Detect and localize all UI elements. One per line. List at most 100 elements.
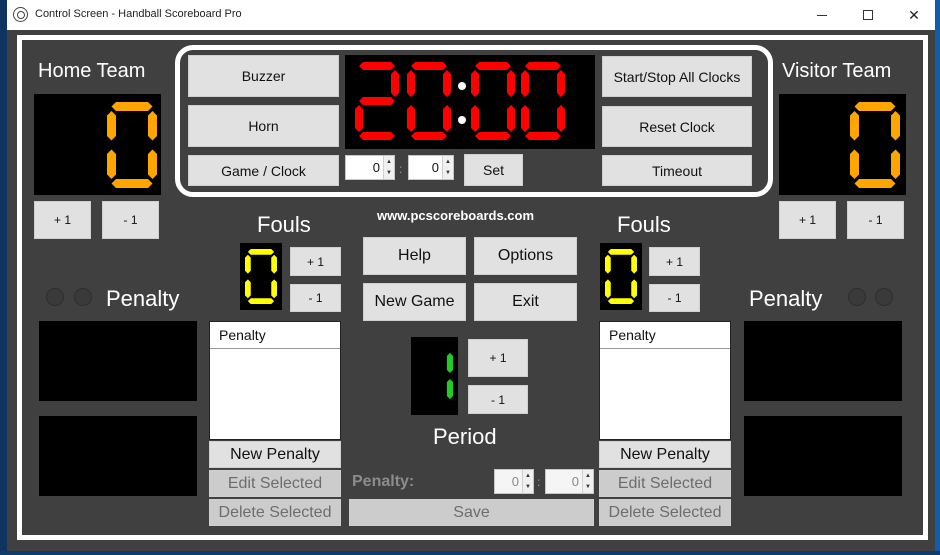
penalty-seconds-value[interactable]: 0: [572, 474, 582, 489]
visitor-score-plus-button[interactable]: + 1: [779, 201, 836, 239]
visitor-penalty-list-header[interactable]: Penalty: [600, 322, 730, 349]
period-minus-button[interactable]: - 1: [468, 385, 528, 414]
clock-minutes-value[interactable]: 0: [373, 160, 383, 175]
visitor-new-penalty-button[interactable]: New Penalty: [599, 441, 731, 468]
spin-up-icon[interactable]: ▲: [523, 470, 533, 482]
period-display: [411, 337, 458, 415]
visitor-fouls-minus-button[interactable]: - 1: [649, 284, 700, 312]
timeout-button[interactable]: Timeout: [602, 155, 752, 186]
reset-clock-button[interactable]: Reset Clock: [602, 106, 752, 147]
start-stop-all-clocks-button[interactable]: Start/Stop All Clocks: [602, 56, 752, 97]
period-digit: [446, 352, 453, 400]
home-score-digit: [107, 102, 157, 188]
visitor-team-label: Visitor Team: [782, 60, 892, 82]
segment-a: [475, 62, 511, 70]
new-game-button[interactable]: New Game: [363, 283, 466, 321]
spin-up-icon[interactable]: ▲: [384, 156, 394, 168]
visitor-penalty-list[interactable]: Penalty: [599, 321, 731, 440]
clock-seconds-value[interactable]: 0: [432, 160, 442, 175]
maximize-button[interactable]: [845, 0, 891, 30]
segment-c: [446, 379, 453, 400]
segment-d: [111, 179, 153, 188]
segment-d: [247, 298, 275, 305]
segment-d: [411, 132, 447, 140]
segment-b: [631, 254, 637, 274]
home-penalty-display-1: [39, 321, 197, 401]
horn-button[interactable]: Horn: [188, 105, 339, 147]
spin-up-icon[interactable]: ▲: [583, 470, 593, 482]
segment-b: [391, 70, 399, 97]
home-penalty-list[interactable]: Penalty: [209, 321, 341, 440]
segment-a: [359, 62, 395, 70]
clock-minutes-spinner[interactable]: 0 ▲ ▼: [345, 155, 395, 180]
set-clock-button[interactable]: Set: [464, 154, 523, 186]
segment-a: [247, 248, 275, 255]
spin-down-icon[interactable]: ▼: [443, 167, 453, 179]
segment-f: [471, 70, 479, 97]
penalty-minutes-spinner[interactable]: 0 ▲ ▼: [494, 469, 534, 494]
clock-colon-dot: [458, 116, 466, 124]
home-score-display: [34, 94, 161, 195]
segment-b: [271, 254, 277, 274]
close-button[interactable]: ✕: [891, 0, 937, 30]
exit-button[interactable]: Exit: [474, 283, 577, 321]
home-team-label: Home Team: [38, 60, 146, 82]
segment-a: [111, 102, 153, 111]
help-button[interactable]: Help: [363, 237, 466, 275]
visitor-fouls-plus-button[interactable]: + 1: [649, 247, 700, 276]
clock-separator: :: [399, 162, 403, 176]
game-clock-display: [345, 55, 595, 149]
spin-down-icon[interactable]: ▼: [523, 481, 533, 493]
segment-b: [443, 70, 451, 97]
segment-b: [891, 111, 900, 141]
home-score-minus-button[interactable]: - 1: [102, 201, 159, 239]
home-fouls-minus-button[interactable]: - 1: [290, 284, 341, 312]
visitor-penalty-indicator-1: [848, 288, 866, 306]
visitor-penalty-display-1: [744, 321, 902, 401]
home-penalty-list-header[interactable]: Penalty: [210, 322, 340, 349]
segment-f: [521, 70, 529, 97]
spin-down-icon[interactable]: ▼: [583, 481, 593, 493]
segment-a: [411, 62, 447, 70]
home-score-plus-button[interactable]: + 1: [34, 201, 91, 239]
segment-e: [355, 105, 363, 132]
options-button[interactable]: Options: [474, 237, 577, 275]
visitor-delete-selected-button[interactable]: Delete Selected: [599, 499, 731, 526]
save-penalty-button[interactable]: Save: [349, 499, 594, 526]
segment-b: [446, 352, 453, 373]
penalty-seconds-spinner[interactable]: 0 ▲ ▼: [545, 469, 594, 494]
segment-a: [525, 62, 561, 70]
segment-e: [521, 105, 529, 132]
period-plus-button[interactable]: + 1: [468, 339, 528, 377]
game-clock-button[interactable]: Game / Clock: [188, 155, 339, 186]
minimize-button[interactable]: [799, 0, 845, 30]
website-label: www.pcscoreboards.com: [377, 208, 535, 223]
home-fouls-display: [240, 243, 282, 310]
segment-a: [854, 102, 896, 111]
home-edit-selected-button[interactable]: Edit Selected: [209, 470, 341, 497]
home-penalty-display-2: [39, 416, 197, 496]
title-bar[interactable]: Control Screen - Handball Scoreboard Pro…: [7, 0, 935, 30]
visitor-fouls-label: Fouls: [617, 212, 671, 237]
visitor-score-minus-button[interactable]: - 1: [847, 201, 904, 239]
buzzer-button[interactable]: Buzzer: [188, 55, 339, 97]
app-window: Control Screen - Handball Scoreboard Pro…: [0, 0, 940, 555]
home-delete-selected-button[interactable]: Delete Selected: [209, 499, 341, 526]
segment-c: [148, 149, 157, 179]
segment-b: [557, 70, 565, 97]
visitor-edit-selected-button[interactable]: Edit Selected: [599, 470, 731, 497]
home-fouls-plus-button[interactable]: + 1: [290, 247, 341, 276]
clock-seconds-spinner[interactable]: 0 ▲ ▼: [408, 155, 454, 180]
home-fouls-label: Fouls: [257, 212, 311, 237]
home-new-penalty-button[interactable]: New Penalty: [209, 441, 341, 468]
penalty-time-label: Penalty:: [352, 473, 415, 490]
segment-e: [407, 105, 415, 132]
home-penalty-indicator-1: [46, 288, 64, 306]
segment-c: [443, 105, 451, 132]
home-penalty-label: Penalty: [106, 286, 180, 311]
visitor-penalty-label: Penalty: [749, 286, 823, 311]
minimize-icon: [817, 14, 827, 16]
spin-down-icon[interactable]: ▼: [384, 167, 394, 179]
spin-up-icon[interactable]: ▲: [443, 156, 453, 168]
penalty-minutes-value[interactable]: 0: [512, 474, 522, 489]
